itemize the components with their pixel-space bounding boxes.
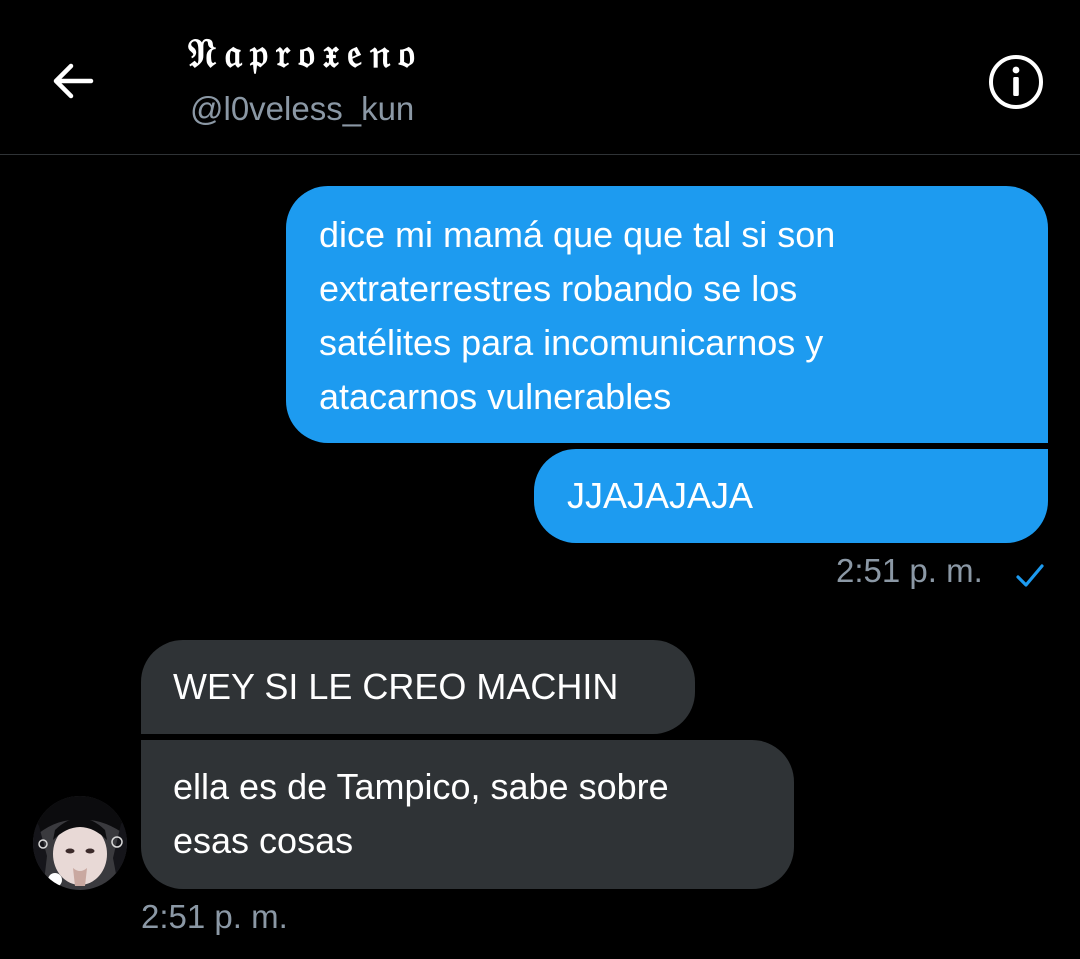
checkmark-icon [1016,564,1044,587]
conversation-header: 𝔑𝔞𝔭𝔯𝔬𝔵𝔢𝔫𝔬 @l0veless_kun [0,0,1080,155]
sent-message-bubble[interactable]: dice mi mamá que que tal si son extrater… [286,186,1048,443]
arrow-left-icon [53,63,94,99]
back-button[interactable] [48,56,98,106]
received-message-bubble[interactable]: ella es de Tampico, sabe sobre esas cosa… [141,740,794,889]
contact-handle[interactable]: @l0veless_kun [190,90,414,128]
info-button[interactable] [988,54,1044,110]
info-icon [989,55,1043,109]
contact-name[interactable]: 𝔑𝔞𝔭𝔯𝔬𝔵𝔢𝔫𝔬 [188,30,423,77]
sent-message-bubble[interactable]: JJAJAJAJA [534,449,1048,543]
avatar[interactable] [33,796,127,890]
received-timestamp: 2:51 p. m. [141,898,288,935]
sent-timestamp: 2:51 p. m. [836,552,983,589]
received-message-bubble[interactable]: WEY SI LE CREO MACHIN [141,640,695,734]
